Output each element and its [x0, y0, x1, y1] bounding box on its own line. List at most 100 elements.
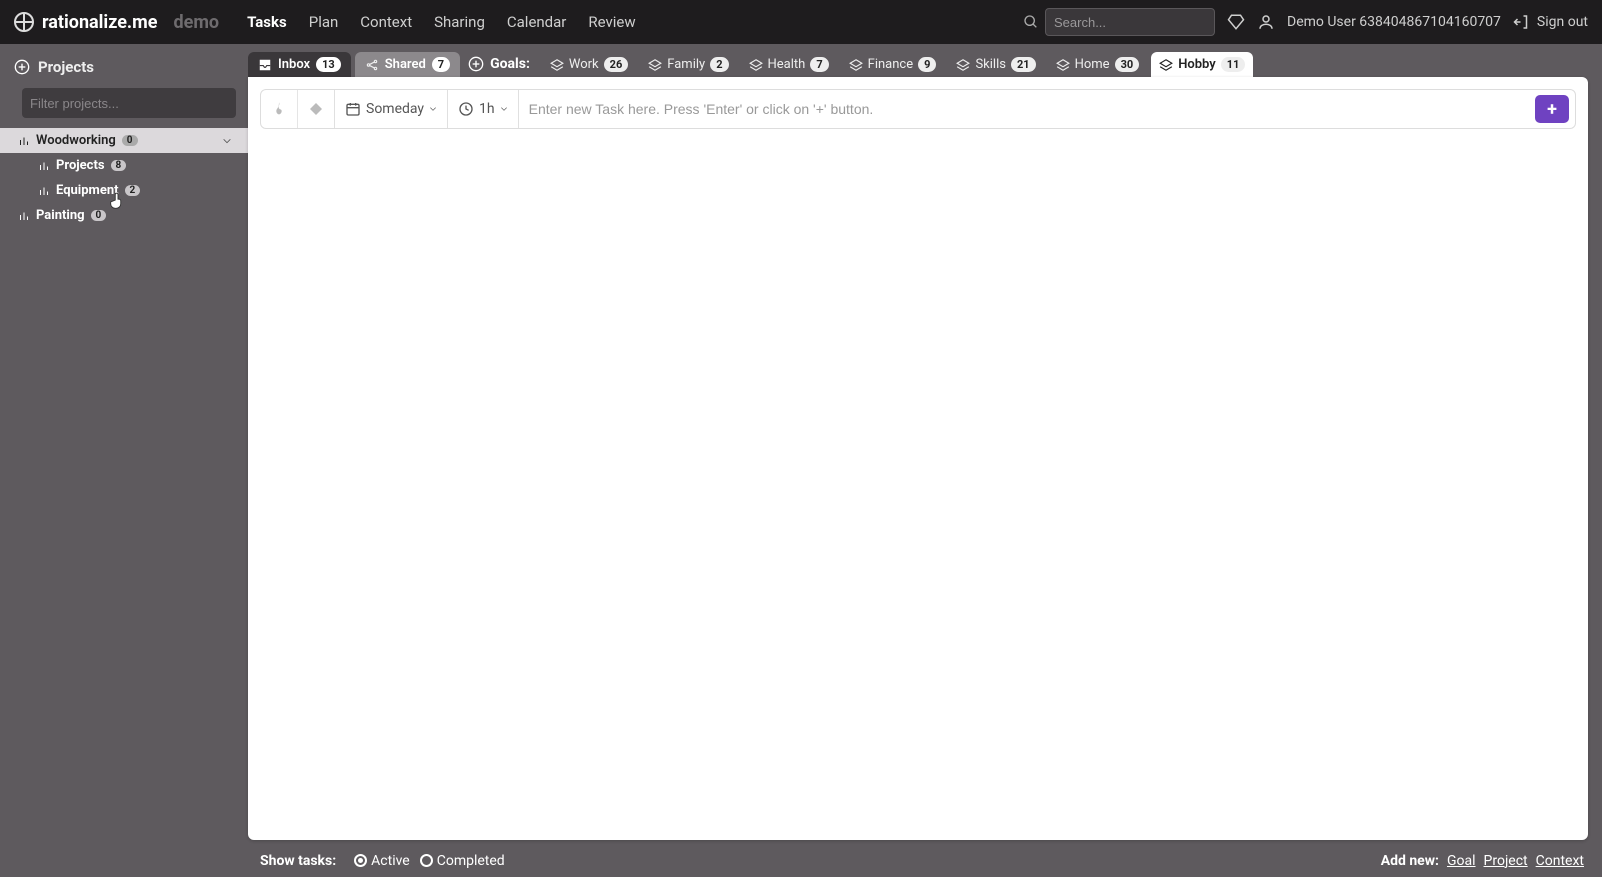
goal-family-label: Family [667, 57, 705, 72]
add-new-context-link[interactable]: Context [1536, 853, 1584, 869]
layers-icon [1056, 58, 1070, 72]
signout-icon [1513, 13, 1531, 31]
layers-icon [849, 58, 863, 72]
goal-home-label: Home [1075, 57, 1110, 72]
goal-home-count: 30 [1115, 57, 1140, 72]
add-task-label: + [1547, 99, 1557, 120]
bars-icon [38, 185, 50, 197]
add-project-icon[interactable] [14, 59, 30, 75]
project-painting-count: 0 [91, 210, 107, 221]
goal-finance-label: Finance [868, 57, 913, 72]
project-equipment[interactable]: Equipment 2 [0, 178, 248, 203]
sidebar-heading: Projects [38, 58, 94, 76]
nav-plan[interactable]: Plan [309, 13, 339, 31]
topbar-right: Demo User 638404867104160707 Sign out [1023, 8, 1588, 36]
bars-icon [18, 210, 30, 222]
search-wrap [1023, 8, 1215, 36]
add-new-label: Add new: [1381, 853, 1439, 869]
goal-skills-count: 21 [1011, 57, 1036, 72]
project-woodworking[interactable]: Woodworking 0 [0, 128, 248, 153]
main-panel: Someday 1h + [248, 77, 1588, 840]
project-projects-label: Projects [56, 158, 105, 173]
footer: Show tasks: Active Completed Add new: Go… [0, 844, 1602, 877]
bars-icon [38, 160, 50, 172]
tab-shared-label: Shared [385, 57, 426, 72]
tab-inbox-count: 13 [316, 57, 341, 72]
radio-completed-label: Completed [437, 853, 505, 869]
tab-shared[interactable]: Shared 7 [355, 52, 460, 77]
project-equipment-label: Equipment [56, 183, 119, 198]
layers-icon [956, 58, 970, 72]
filter-projects-input[interactable] [22, 88, 236, 118]
sidebar-header: Projects [0, 54, 248, 84]
goal-finance[interactable]: Finance 9 [841, 52, 945, 77]
username: Demo User 638404867104160707 [1287, 14, 1501, 30]
share-icon [365, 58, 379, 72]
project-equipment-count: 2 [125, 185, 141, 196]
radio-completed[interactable] [420, 854, 433, 867]
goal-hobby-count: 11 [1221, 57, 1246, 72]
duration-dropdown[interactable]: 1h [448, 90, 519, 128]
duration-label: 1h [479, 101, 495, 117]
project-woodworking-label: Woodworking [36, 133, 116, 148]
calendar-icon [345, 101, 361, 117]
goal-health-label: Health [768, 57, 806, 72]
add-task-button[interactable]: + [1535, 95, 1569, 123]
goal-hobby[interactable]: Hobby 11 [1151, 52, 1253, 77]
goal-skills-label: Skills [975, 57, 1006, 72]
goal-health[interactable]: Health 7 [741, 52, 837, 77]
flame-icon [271, 101, 287, 117]
tab-inbox[interactable]: Inbox 13 [248, 52, 351, 77]
signout-button[interactable]: Sign out [1513, 13, 1588, 31]
goal-work[interactable]: Work 26 [542, 52, 636, 77]
search-icon[interactable] [1023, 14, 1039, 30]
new-task-input[interactable] [519, 90, 1535, 128]
topbar: rationalize.me demo Tasks Plan Context S… [0, 0, 1602, 44]
search-input[interactable] [1045, 8, 1215, 36]
goal-home[interactable]: Home 30 [1048, 52, 1148, 77]
nav-tasks[interactable]: Tasks [247, 13, 287, 31]
goal-finance-count: 9 [918, 57, 936, 72]
chevron-down-icon [500, 105, 508, 113]
add-new-project-link[interactable]: Project [1484, 853, 1528, 869]
goal-work-count: 26 [604, 57, 629, 72]
nav-sharing[interactable]: Sharing [434, 13, 485, 31]
sidebar: Projects Woodworking 0 Projects 8 Equipm… [0, 44, 248, 844]
goals-label-text: Goals: [490, 56, 530, 72]
project-projects[interactable]: Projects 8 [0, 153, 248, 178]
layers-icon [648, 58, 662, 72]
demo-tag: demo [173, 12, 219, 33]
chevron-down-icon [429, 105, 437, 113]
project-painting[interactable]: Painting 0 [0, 203, 248, 228]
nav-calendar[interactable]: Calendar [507, 13, 567, 31]
add-new-goal-link[interactable]: Goal [1447, 853, 1476, 869]
footer-right: Add new: Goal Project Context [1381, 853, 1584, 869]
goal-work-label: Work [569, 57, 599, 72]
priority-flame-button[interactable] [261, 90, 298, 128]
tab-inbox-label: Inbox [278, 57, 310, 72]
gem-icon[interactable] [1227, 13, 1245, 31]
project-projects-count: 8 [111, 160, 127, 171]
task-input-row: Someday 1h + [260, 89, 1576, 129]
nav-review[interactable]: Review [588, 13, 635, 31]
show-tasks-label: Show tasks: [260, 853, 336, 869]
nav-links: Tasks Plan Context Sharing Calendar Revi… [247, 13, 636, 31]
goal-family[interactable]: Family 2 [640, 52, 736, 77]
goal-skills[interactable]: Skills 21 [948, 52, 1043, 77]
brand-text: rationalize.me [42, 12, 157, 33]
priority-diamond-button[interactable] [298, 90, 335, 128]
radio-active[interactable] [354, 854, 367, 867]
goals-label: Goals: [464, 51, 538, 77]
goal-family-count: 2 [710, 57, 728, 72]
clock-icon [458, 101, 474, 117]
someday-dropdown[interactable]: Someday [335, 90, 448, 128]
layers-icon [550, 58, 564, 72]
nav-context[interactable]: Context [360, 13, 412, 31]
someday-label: Someday [366, 101, 424, 117]
chevron-down-icon[interactable] [222, 136, 232, 146]
user-icon[interactable] [1257, 13, 1275, 31]
project-woodworking-count: 0 [122, 135, 138, 146]
add-goal-icon[interactable] [468, 56, 484, 72]
layers-icon [1159, 58, 1173, 72]
logo-area: rationalize.me demo [14, 12, 219, 33]
